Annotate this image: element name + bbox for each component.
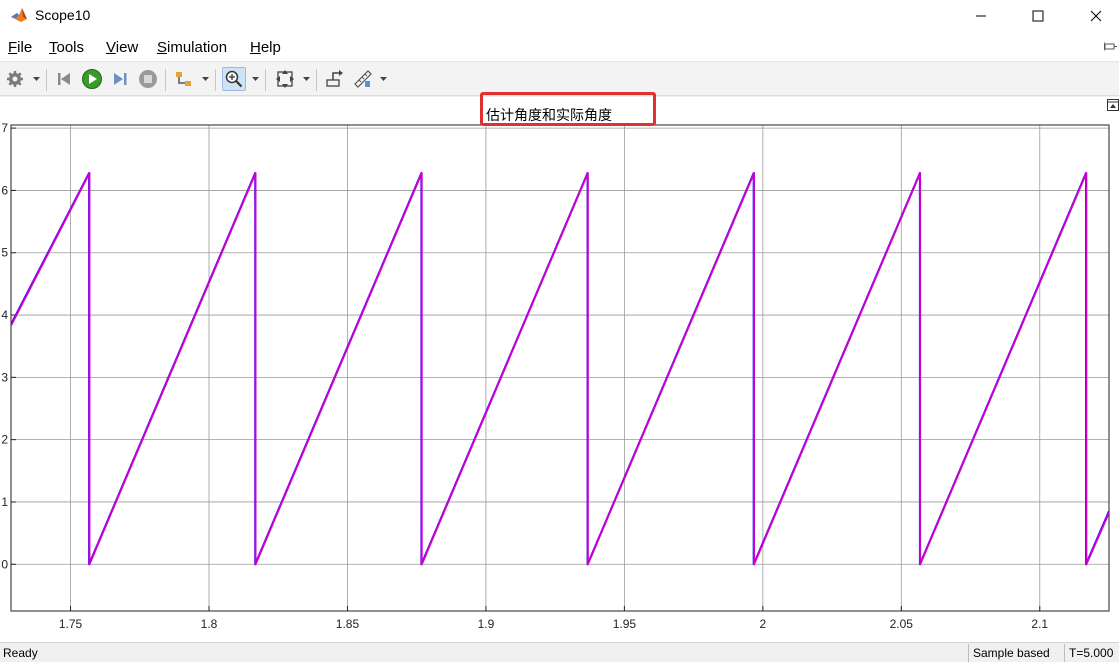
close-button[interactable] [1073, 0, 1119, 32]
configuration-button[interactable] [3, 67, 27, 91]
plot-frame [10, 124, 1110, 612]
zoom-icon [225, 70, 243, 88]
scope-plot[interactable]: 1.75 1.8 1.85 1.9 1.95 2 2.05 2.1 0 1 2 3 4 5 6 7 [0, 97, 1119, 642]
maximize-icon [1032, 10, 1044, 22]
matlab-logo-icon [11, 8, 27, 22]
y-tick-label: 7 [1, 121, 8, 135]
y-tick-label: 1 [1, 495, 8, 509]
x-tick-label: 1.85 [336, 617, 360, 631]
title-bar: Scope10 [0, 0, 1119, 32]
autoscale-button[interactable] [273, 67, 297, 91]
x-tick-label: 1.9 [478, 617, 495, 631]
grid-lines [11, 125, 1109, 611]
y-tick-label: 0 [1, 557, 8, 571]
window-title: Scope10 [35, 7, 91, 23]
menu-simulation-mnemonic: S [157, 39, 168, 56]
menu-tools[interactable]: Tools [49, 39, 84, 56]
step-forward-icon [114, 73, 127, 85]
axes [10, 124, 1110, 612]
toolbar-separator [265, 69, 266, 91]
toolbar-separator [316, 69, 317, 91]
status-text: Ready [3, 646, 38, 660]
minimize-icon [976, 15, 986, 17]
toolbar-separator [165, 69, 166, 91]
series-line-1 [11, 172, 1109, 566]
x-tick-label: 2.1 [1031, 617, 1048, 631]
caret-down-icon [251, 76, 259, 81]
y-tick-label: 4 [1, 308, 8, 322]
plot-area: 1.75 1.8 1.85 1.9 1.95 2 2.05 2.1 0 1 2 3 4 5 6 7 估计角度和… [0, 92, 1119, 642]
sample-mode-indicator: Sample based [968, 644, 1054, 662]
zoom-dropdown[interactable] [251, 73, 259, 85]
pin-icon[interactable] [1104, 40, 1118, 54]
tick-labels: 1.75 1.8 1.85 1.9 1.95 2 2.05 2.1 0 1 2 3 4 5 6 7 [1, 121, 1048, 631]
menu-view[interactable]: View [106, 39, 138, 56]
toolbar-separator [215, 69, 216, 91]
status-bar: Ready Sample based T=5.000 [0, 642, 1119, 662]
signal-selector-button[interactable] [172, 67, 196, 91]
gear-icon [7, 71, 23, 87]
y-tick-label: 3 [1, 370, 8, 384]
x-tick-label: 1.8 [201, 617, 218, 631]
caret-down-icon [201, 76, 209, 81]
close-icon [1090, 10, 1102, 22]
signal-selector-dropdown[interactable] [201, 73, 209, 85]
stop-button[interactable] [136, 67, 160, 91]
menu-help-label: elp [260, 39, 281, 56]
caret-down-icon [379, 76, 387, 81]
simulation-time: T=5.000 [1064, 644, 1117, 662]
signal-selector-icon [176, 72, 191, 86]
undock-icon[interactable] [1107, 99, 1119, 111]
measure-button[interactable] [351, 67, 375, 91]
caret-down-icon [32, 76, 40, 81]
autoscale-dropdown[interactable] [302, 73, 310, 85]
highlight-block-icon [326, 70, 343, 87]
minimize-button[interactable] [958, 0, 1004, 32]
y-tick-label: 5 [1, 246, 8, 260]
measure-dropdown[interactable] [379, 73, 387, 85]
maximize-button[interactable] [1015, 0, 1061, 32]
highlight-block-button[interactable] [322, 67, 346, 91]
autoscale-icon [276, 70, 294, 88]
y-tick-label: 2 [1, 433, 8, 447]
menu-tools-label: ools [56, 39, 85, 56]
menu-file-mnemonic: F [8, 39, 18, 56]
series-lines [11, 172, 1109, 566]
x-tick-label: 2.05 [890, 617, 914, 631]
zoom-button[interactable] [222, 67, 246, 91]
run-icon [82, 69, 102, 89]
menu-simulation[interactable]: Simulation [157, 39, 227, 56]
measure-icon [354, 70, 372, 88]
menu-tools-mnemonic: T [49, 39, 57, 56]
menu-file[interactable]: File [8, 39, 32, 56]
menu-help-mnemonic: H [250, 39, 261, 56]
step-back-button[interactable] [53, 67, 77, 91]
menu-view-label: iew [115, 39, 139, 56]
menu-bar: File Tools View Simulation Help [0, 32, 1119, 62]
stop-icon [139, 70, 157, 88]
step-forward-button[interactable] [108, 67, 132, 91]
scope-window: Scope10 File Tools View Simulation Help [0, 0, 1119, 662]
plot-title: 估计角度和实际角度 [486, 108, 612, 124]
caret-down-icon [302, 76, 310, 81]
menu-simulation-label: imulation [167, 39, 228, 56]
configuration-dropdown[interactable] [32, 73, 40, 85]
y-tick-label: 6 [1, 183, 8, 197]
menu-help[interactable]: Help [250, 39, 281, 56]
menu-file-label: ile [17, 39, 33, 56]
x-tick-label: 1.95 [613, 617, 637, 631]
step-back-icon [58, 73, 70, 85]
menu-view-mnemonic: V [106, 39, 116, 56]
x-tick-label: 2 [760, 617, 767, 631]
toolbar-separator [46, 69, 47, 91]
run-button[interactable] [80, 67, 104, 91]
x-tick-label: 1.75 [59, 617, 83, 631]
